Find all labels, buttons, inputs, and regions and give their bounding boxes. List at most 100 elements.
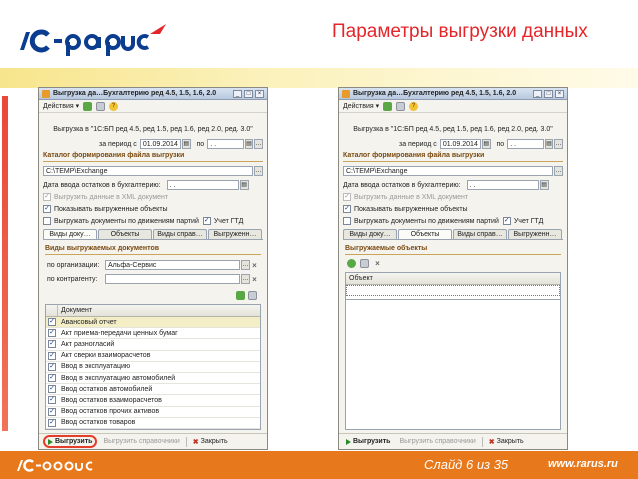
balance-date-field[interactable]: . .	[166, 180, 239, 190]
catalog-path-field[interactable]: C:\TEMP\Exchange	[43, 166, 253, 176]
export-button[interactable]: Выгрузить	[43, 435, 98, 448]
window-bottombar: Выгрузить Выгрузить справочники ✖ Закрыт…	[339, 433, 567, 449]
tab-doc-types[interactable]: Виды доку…	[343, 229, 397, 239]
tab-exported[interactable]: Выгруженн…	[508, 229, 562, 239]
balance-date-field[interactable]: . .	[466, 180, 539, 190]
table-row[interactable]: ✓ Ввод остатков взаиморасчетов	[46, 395, 260, 407]
ellipsis-icon[interactable]: …	[554, 139, 563, 149]
xml-checkbox[interactable]: ✓	[43, 193, 51, 201]
copy-icon[interactable]	[360, 259, 369, 268]
clear-icon[interactable]: ×	[250, 261, 259, 270]
partial-movements-checkbox[interactable]	[343, 217, 351, 225]
org-filter-row: по организации: Альфа-Сервис … ×	[47, 260, 259, 270]
settings-icon[interactable]	[96, 101, 106, 111]
minimize-icon[interactable]: _	[233, 89, 242, 98]
run-icon[interactable]	[383, 101, 393, 111]
run-icon[interactable]	[83, 101, 93, 111]
ellipsis-icon[interactable]: …	[241, 274, 250, 284]
calendar-icon[interactable]: ▤	[239, 180, 249, 190]
catalog-path-field[interactable]: C:\TEMP\Exchange	[343, 166, 553, 176]
table-row[interactable]: ✓ Ввод остатков товаров	[46, 418, 260, 429]
table-row[interactable]: ✓ Ввод в эксплуатацию	[46, 362, 260, 373]
table-row[interactable]: ✓ Ввод остатков прочих активов	[46, 407, 260, 418]
export-button[interactable]: Выгрузить	[343, 437, 393, 446]
gtd-checkbox[interactable]: ✓	[202, 217, 211, 225]
catalog-section-title: Каталог формирования файла выгрузки	[43, 152, 263, 162]
table-row[interactable]: ✓ Акт разногласий	[46, 339, 260, 351]
tab-exported[interactable]: Выгруженн…	[208, 229, 262, 239]
row-checkbox[interactable]: ✓	[48, 318, 56, 327]
export-refs-button[interactable]: Выгрузить справочники	[396, 437, 478, 446]
calendar-icon[interactable]: ▤	[181, 139, 191, 149]
close-button[interactable]: ✖ Закрыть	[486, 437, 527, 447]
help-icon[interactable]: ?	[109, 101, 119, 111]
calendar-icon[interactable]: ▤	[244, 139, 254, 149]
doc-types-section-title: Виды выгружаемых документов	[45, 245, 261, 255]
contractor-filter-field[interactable]	[105, 274, 240, 284]
actions-menu[interactable]: Действия ▾	[343, 102, 379, 110]
export-window-documents: Выгрузка да…Бухгалтерию ред 4.5, 1.5, 1.…	[38, 87, 268, 450]
row-checkbox[interactable]: ✓	[48, 418, 56, 427]
show-objects-checkbox[interactable]: ✓	[43, 205, 51, 213]
actions-menu[interactable]: Действия ▾	[43, 102, 79, 110]
row-checkbox[interactable]: ✓	[48, 407, 56, 416]
tab-ref-types[interactable]: Виды справ…	[453, 229, 507, 239]
row-checkbox[interactable]: ✓	[48, 396, 56, 405]
partial-movements-checkbox[interactable]	[43, 217, 51, 225]
export-refs-button[interactable]: Выгрузить справочники	[100, 437, 182, 446]
website-link[interactable]: www.rarus.ru	[548, 458, 618, 470]
close-button[interactable]: ✖ Закрыть	[190, 437, 231, 447]
period-to-field[interactable]: . .	[507, 139, 544, 149]
tab-objects[interactable]: Объекты	[398, 229, 452, 239]
table-row[interactable]: ✓ Акт приема-передачи ценных бумаг	[46, 328, 260, 340]
calendar-icon[interactable]: ▤	[544, 139, 554, 149]
row-checkbox[interactable]: ✓	[48, 351, 56, 360]
calendar-icon[interactable]: ▤	[539, 180, 549, 190]
ellipsis-icon[interactable]: …	[254, 139, 263, 149]
gtd-checkbox[interactable]: ✓	[502, 217, 511, 225]
maximize-icon[interactable]: □	[244, 89, 253, 98]
table-row[interactable]	[346, 285, 560, 297]
tab-ref-types[interactable]: Виды справ…	[153, 229, 207, 239]
xml-checkbox[interactable]: ✓	[343, 193, 351, 201]
ellipsis-icon[interactable]: …	[254, 166, 263, 176]
add-icon[interactable]	[347, 259, 356, 268]
period-from-field[interactable]: 01.09.2014	[439, 139, 481, 149]
show-objects-checkbox[interactable]: ✓	[343, 205, 351, 213]
row-checkbox[interactable]: ✓	[48, 362, 56, 371]
table-row[interactable]: ✓ Акт сверки взаиморасчетов	[46, 351, 260, 362]
window-bottombar: Выгрузить Выгрузить справочники ✖ Закрыт…	[39, 433, 267, 449]
row-checkbox[interactable]: ✓	[48, 340, 56, 349]
check-all-icon[interactable]	[236, 291, 245, 300]
ellipsis-icon[interactable]: …	[554, 166, 563, 176]
delete-icon[interactable]: ×	[373, 259, 382, 268]
show-objects-checkbox-row[interactable]: ✓ Показывать выгруженные объекты	[43, 205, 263, 213]
clear-icon[interactable]: ×	[250, 275, 259, 284]
org-filter-field[interactable]: Альфа-Сервис	[105, 260, 240, 270]
tab-doc-types[interactable]: Виды доку…	[43, 229, 97, 239]
maximize-icon[interactable]: □	[544, 89, 553, 98]
close-icon[interactable]: ×	[255, 89, 264, 98]
1c-rarus-logo	[20, 24, 166, 56]
uncheck-all-icon[interactable]	[248, 291, 257, 300]
partial-checkbox-row: Выгружать документы по движениям партий …	[343, 217, 563, 225]
xml-checkbox-row[interactable]: ✓ Выгрузить данные в XML документ	[43, 193, 263, 201]
table-row[interactable]: ✓ Авансовый отчет	[46, 317, 260, 329]
minimize-icon[interactable]: _	[533, 89, 542, 98]
help-icon[interactable]: ?	[409, 101, 419, 111]
row-checkbox[interactable]: ✓	[48, 329, 56, 338]
table-row[interactable]: ✓ Ввод в эксплуатацию автомобилей	[46, 373, 260, 385]
calendar-icon[interactable]: ▤	[481, 139, 491, 149]
grid-header: Документ	[46, 305, 260, 317]
period-to-field[interactable]: . .	[207, 139, 244, 149]
xml-checkbox-row[interactable]: ✓ Выгрузить данные в XML документ	[343, 193, 563, 201]
row-checkbox[interactable]: ✓	[48, 374, 56, 383]
close-icon[interactable]: ×	[555, 89, 564, 98]
show-objects-checkbox-row[interactable]: ✓ Показывать выгруженные объекты	[343, 205, 563, 213]
period-from-field[interactable]: 01.09.2014	[139, 139, 181, 149]
row-checkbox[interactable]: ✓	[48, 385, 56, 394]
table-row[interactable]: ✓ Ввод остатков автомобилей	[46, 384, 260, 396]
tab-objects[interactable]: Объекты	[98, 229, 152, 239]
ellipsis-icon[interactable]: …	[241, 260, 250, 270]
settings-icon[interactable]	[396, 101, 406, 111]
